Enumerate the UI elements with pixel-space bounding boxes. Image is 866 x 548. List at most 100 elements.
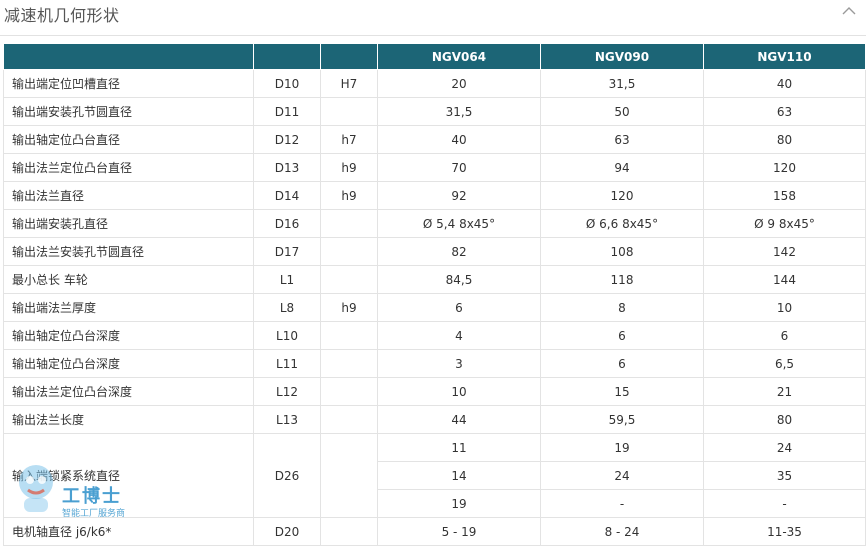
row-tolerance: h9	[320, 293, 378, 322]
row-code: D12	[253, 125, 321, 154]
column-header-tolerance	[320, 44, 378, 70]
row-tolerance	[320, 209, 378, 238]
row-code: L10	[253, 321, 321, 350]
row-value-ngv064: 11	[377, 433, 541, 462]
row-value-ngv064: 4	[377, 321, 541, 350]
column-header-ngv090: NGV090	[540, 44, 704, 70]
row-value-ngv064: 6	[377, 293, 541, 322]
row-value-ngv090: Ø 6,6 8x45°	[540, 209, 704, 238]
row-value-ngv110: 63	[703, 97, 866, 126]
row-value-ngv110: 144	[703, 265, 866, 294]
row-tolerance	[320, 97, 378, 126]
row-value-ngv110: Ø 9 8x45°	[703, 209, 866, 238]
row-value-ngv110: 120	[703, 153, 866, 182]
row-value-ngv090: 19	[540, 433, 704, 462]
row-tolerance	[320, 237, 378, 266]
row-value-ngv064: 70	[377, 153, 541, 182]
row-tolerance	[320, 433, 378, 518]
row-tolerance	[320, 405, 378, 434]
row-code: D13	[253, 153, 321, 182]
section-header: 减速机几何形状	[0, 0, 866, 36]
row-value-ngv090: -	[540, 489, 704, 518]
row-value-ngv064: 3	[377, 349, 541, 378]
row-tolerance: h7	[320, 125, 378, 154]
row-value-ngv064: 14	[377, 461, 541, 490]
chevron-up-icon[interactable]	[840, 3, 858, 17]
row-value-ngv064: 20	[377, 69, 541, 98]
table-row: 输出轴定位凸台深度 L11 3 6 6,5	[3, 349, 866, 378]
row-name: 输出法兰长度	[3, 405, 254, 434]
row-value-ngv110: 80	[703, 405, 866, 434]
row-value-ngv110: 11-35	[703, 517, 866, 546]
row-value-ngv110: 6	[703, 321, 866, 350]
column-header-ngv110: NGV110	[703, 44, 866, 70]
column-header-ngv064: NGV064	[377, 44, 541, 70]
row-name: 输出轴定位凸台深度	[3, 349, 254, 378]
table-row: 输出端法兰厚度 L8 h9 6 8 10	[3, 293, 866, 322]
row-value-ngv090: 8 - 24	[540, 517, 704, 546]
row-value-ngv090: 59,5	[540, 405, 704, 434]
row-name: 输出法兰直径	[3, 181, 254, 210]
row-code: D26	[253, 433, 321, 518]
table-row: 输出端定位凹槽直径 D10 H7 20 31,5 40	[3, 69, 866, 98]
row-tolerance	[320, 321, 378, 350]
row-code: L13	[253, 405, 321, 434]
row-code: D17	[253, 237, 321, 266]
row-code: L1	[253, 265, 321, 294]
row-value-ngv110: 10	[703, 293, 866, 322]
row-value-ngv090: 50	[540, 97, 704, 126]
row-value-ngv090: 94	[540, 153, 704, 182]
table-row: 电机轴直径 j6/k6* D20 5 - 19 8 - 24 11-35	[3, 517, 866, 546]
table-header-row: NGV064 NGV090 NGV110	[3, 44, 866, 70]
row-value-ngv064: 31,5	[377, 97, 541, 126]
column-header-name	[3, 44, 254, 70]
row-value-ngv064: 44	[377, 405, 541, 434]
row-value-ngv064: 92	[377, 181, 541, 210]
row-code: D20	[253, 517, 321, 546]
row-name: 输出法兰定位凸台直径	[3, 153, 254, 182]
row-name: 输出法兰定位凸台深度	[3, 377, 254, 406]
row-value-ngv090: 108	[540, 237, 704, 266]
row-tolerance: H7	[320, 69, 378, 98]
row-name: 输出轴定位凸台直径	[3, 125, 254, 154]
geometry-table: NGV064 NGV090 NGV110 输出端定位凹槽直径 D10 H7 20…	[3, 44, 866, 546]
row-tolerance	[320, 377, 378, 406]
row-tolerance: h9	[320, 153, 378, 182]
page-title: 减速机几何形状	[4, 6, 120, 25]
row-name: 输出轴定位凸台深度	[3, 321, 254, 350]
table-row: 输出法兰安装孔节圆直径 D17 82 108 142	[3, 237, 866, 266]
row-code: D16	[253, 209, 321, 238]
row-value-ngv064: 10	[377, 377, 541, 406]
row-value-ngv110: 40	[703, 69, 866, 98]
row-value-ngv064: 19	[377, 489, 541, 518]
row-code: L12	[253, 377, 321, 406]
row-value-ngv110: 158	[703, 181, 866, 210]
row-code: L8	[253, 293, 321, 322]
table-row: 输出端安装孔节圆直径 D11 31,5 50 63	[3, 97, 866, 126]
row-value-ngv090: 118	[540, 265, 704, 294]
row-value-ngv064: 84,5	[377, 265, 541, 294]
row-value-ngv110: 24	[703, 433, 866, 462]
row-value-ngv110: 6,5	[703, 349, 866, 378]
row-value-ngv090: 8	[540, 293, 704, 322]
row-name: 输出端安装孔直径	[3, 209, 254, 238]
row-value-ngv110: 80	[703, 125, 866, 154]
row-value-ngv110: 21	[703, 377, 866, 406]
row-value-ngv064: 40	[377, 125, 541, 154]
row-value-ngv110: 35	[703, 461, 866, 490]
row-tolerance	[320, 265, 378, 294]
row-name: 电机轴直径 j6/k6*	[3, 517, 254, 546]
row-value-ngv090: 31,5	[540, 69, 704, 98]
table-row: 最小总长 车轮 L1 84,5 118 144	[3, 265, 866, 294]
row-code: D14	[253, 181, 321, 210]
row-value-ngv110: -	[703, 489, 866, 518]
row-tolerance: h9	[320, 181, 378, 210]
row-value-ngv090: 63	[540, 125, 704, 154]
row-value-ngv110: 142	[703, 237, 866, 266]
row-value-ngv090: 6	[540, 321, 704, 350]
table-row: 输出法兰长度 L13 44 59,5 80	[3, 405, 866, 434]
row-value-ngv090: 120	[540, 181, 704, 210]
row-value-ngv064: 82	[377, 237, 541, 266]
row-name: 输出端法兰厚度	[3, 293, 254, 322]
row-name: 输出端安装孔节圆直径	[3, 97, 254, 126]
